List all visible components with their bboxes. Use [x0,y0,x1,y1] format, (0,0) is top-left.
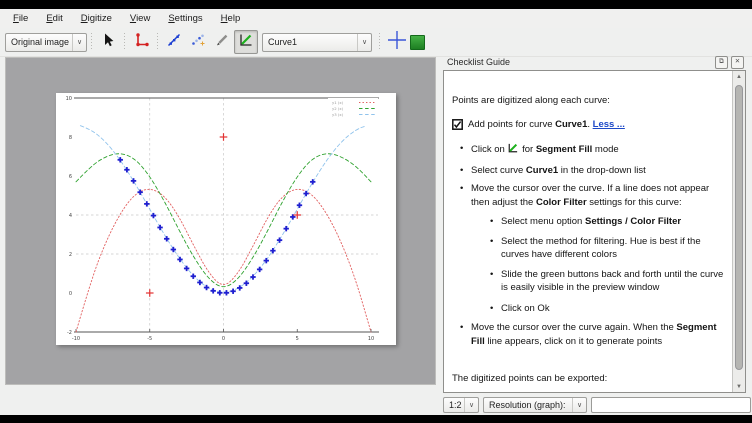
checklist-content: Points are digitized along each curve: A… [452,71,729,393]
svg-text:-5: -5 [147,336,152,342]
menu-digitize[interactable]: Digitize [72,11,121,26]
chevron-down-icon: ∨ [464,398,478,412]
select-tool-button[interactable] [96,30,120,54]
less-link[interactable]: Less ... [593,119,625,130]
svg-text:10: 10 [368,336,374,342]
svg-text:y2 (x): y2 (x) [332,106,344,111]
toolbar-separator [157,33,158,51]
step-segment-fill-mode: • Click on for Segment Fill mode [460,142,729,159]
graph-canvas[interactable]: -10 -5 0 5 10 10 8 6 4 2 0 -2 y1 (x)y2 (x)y3 (x) [5,57,436,385]
status-units-value: Resolution (graph): [484,400,572,410]
background-select-value: Original image [6,37,72,47]
svg-text:4: 4 [69,213,72,219]
checklist-body: Points are digitized along each curve: A… [443,70,746,393]
graph-image[interactable]: -10 -5 0 5 10 10 8 6 4 2 0 -2 y1 (x)y2 (x)y3 (x) [56,93,396,345]
background-select[interactable]: Original image ∨ [5,33,87,52]
screen: File Edit Digitize View Settings Help Or… [0,0,752,423]
color-picker-tool-button[interactable] [210,30,234,54]
curve-color-swatch[interactable] [410,35,425,50]
toolbar: Original image ∨ [0,28,752,57]
svg-text:-2: -2 [67,330,72,336]
add-points-item: Add points for curve Curve1. Less ... [452,118,729,135]
segment-fill-icon [507,142,519,159]
menu-edit[interactable]: Edit [37,11,71,26]
substep-menu-option: • Select menu option Settings / Color Fi… [490,215,729,229]
svg-text:y3 (x): y3 (x) [332,112,344,117]
svg-text:0: 0 [69,291,72,297]
axis-point-tool-button[interactable] [129,30,153,54]
curve-point-tool-button[interactable] [162,30,186,54]
step-select-curve: • Select curve Curve1 in the drop-down l… [460,164,729,178]
checkbox-checked-icon[interactable] [452,119,463,135]
step-move-cursor: • Move the cursor over the curve. If a l… [460,182,729,209]
svg-text:y1 (x): y1 (x) [332,100,344,105]
checklist-titlebar: Checklist Guide ⧉ ✕ [443,55,746,69]
checklist-title: Checklist Guide [447,57,712,67]
checklist-guide-panel: Checklist Guide ⧉ ✕ Points are digitized… [443,55,746,393]
substep-slide: • Slide the green buttons back and forth… [490,268,729,295]
point-match-icon [190,32,206,53]
curve-select[interactable]: Curve1 ∨ [262,33,372,52]
svg-text:-10: -10 [72,336,80,342]
svg-text:8: 8 [69,135,72,141]
zoom-select-value: 1:2 [444,400,464,410]
menu-view[interactable]: View [121,11,159,26]
point-match-tool-button[interactable] [186,30,210,54]
statusbar: 1:2 ∨ Resolution (graph): ∨ [443,396,751,414]
menu-file[interactable]: File [4,11,37,26]
checklist-intro: Points are digitized along each curve: [452,94,729,108]
substep-method: • Select the method for filtering. Hue i… [490,235,729,262]
segment-fill-icon [238,32,254,53]
toolbar-separator [124,33,125,51]
crosshair-icon [387,30,407,55]
engauge-digitizer-window: File Edit Digitize View Settings Help Or… [0,9,752,415]
status-units-select[interactable]: Resolution (graph): ∨ [483,397,587,413]
svg-text:0: 0 [222,336,225,342]
step-move-again: • Move the cursor over the curve again. … [460,321,729,348]
svg-text:10: 10 [66,96,72,102]
pointer-icon [100,32,116,53]
substep-ok: • Click on Ok [490,302,729,316]
menu-help[interactable]: Help [212,11,250,26]
status-value-field[interactable] [591,397,751,413]
curve-point-icon [166,32,182,53]
svg-text:5: 5 [296,336,299,342]
scroll-down-icon[interactable]: ▼ [733,381,745,392]
export-intro: The digitized points can be exported: [452,372,729,386]
scrollbar-thumb[interactable] [735,85,743,370]
svg-text:2: 2 [69,252,72,258]
graph-plot: -10 -5 0 5 10 10 8 6 4 2 0 -2 y1 (x)y2 (x)y3 (x) [56,93,396,345]
axis-point-icon [133,32,149,53]
menu-settings[interactable]: Settings [159,11,211,26]
chevron-down-icon: ∨ [572,398,586,412]
scroll-up-icon[interactable]: ▲ [733,71,745,82]
checklist-scrollbar[interactable]: ▲ ▼ [732,71,745,392]
export-item: Export the points to a file. More [452,393,729,394]
curve-select-value: Curve1 [263,37,357,47]
float-panel-button[interactable]: ⧉ [715,56,728,69]
close-panel-button[interactable]: ✕ [731,56,744,69]
menubar: File Edit Digitize View Settings Help [0,9,752,28]
toolbar-separator [91,33,92,51]
toolbar-separator [379,33,380,51]
color-picker-icon [214,32,230,53]
segment-fill-tool-button[interactable] [234,30,258,54]
svg-text:6: 6 [69,174,72,180]
chevron-down-icon: ∨ [357,34,371,51]
zoom-select[interactable]: 1:2 ∨ [443,397,479,413]
chevron-down-icon: ∨ [72,34,86,51]
